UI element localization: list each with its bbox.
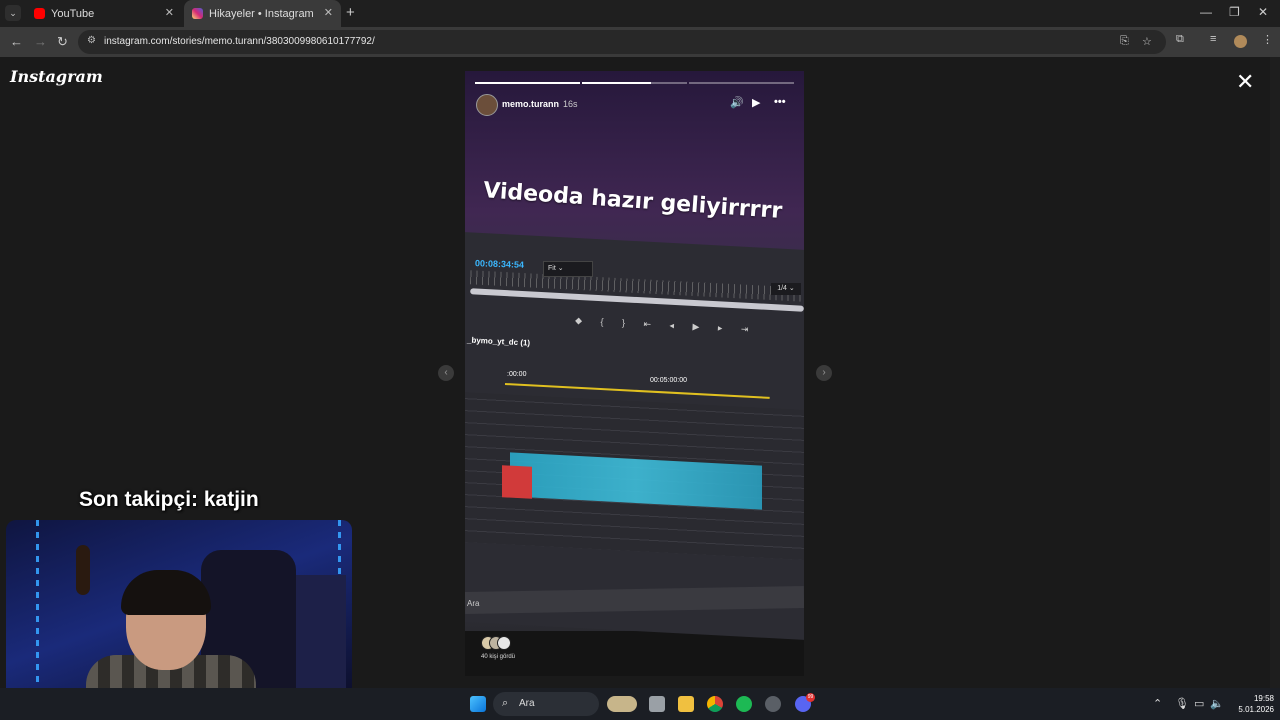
- youtube-icon: [34, 8, 45, 19]
- viewer-avatars[interactable]: [481, 636, 515, 650]
- clock-date: 5.01.2026: [1238, 705, 1274, 714]
- tab-search-icon[interactable]: ⌄: [5, 5, 21, 21]
- address-bar[interactable]: ⚙ instagram.com/stories/memo.turann/3803…: [78, 30, 1166, 54]
- search-icon: ⌕: [502, 697, 509, 709]
- site-info-icon[interactable]: ⚙: [87, 35, 96, 46]
- story-viewer[interactable]: 00:08:34:54 Fit ⌄ 1/4 ⌄ ◆ { } ⇤ ◂ ▶ ▸ ⇥ …: [465, 71, 804, 676]
- story-username[interactable]: memo.turann: [502, 99, 559, 109]
- led-strip: [36, 520, 39, 715]
- photo-taskbar-search: Ara: [467, 599, 480, 608]
- forward-icon[interactable]: →: [34, 34, 47, 49]
- clock-time: 19:58: [1253, 694, 1274, 703]
- instagram-logo[interactable]: Instagram: [10, 67, 103, 86]
- volume-icon[interactable]: 🔊: [730, 96, 744, 109]
- more-options-icon[interactable]: •••: [774, 96, 786, 108]
- chevron-up-icon[interactable]: ⌃: [1153, 697, 1162, 710]
- story-progress-segment: [582, 82, 687, 84]
- taskbar-search-placeholder: Ara: [519, 698, 535, 709]
- file-explorer-icon[interactable]: [678, 696, 694, 712]
- speaker-icon[interactable]: 🔈: [1210, 697, 1224, 710]
- monitor-timecode: 00:08:34:54: [474, 258, 525, 270]
- close-window-icon[interactable]: ✕: [1258, 5, 1268, 19]
- microphone-icon[interactable]: 🎙: [1175, 697, 1189, 710]
- fit-label: Fit: [548, 265, 556, 272]
- menu-icon[interactable]: ⋮: [1262, 33, 1273, 46]
- spotify-icon[interactable]: [736, 696, 752, 712]
- new-tab-button[interactable]: +: [346, 4, 355, 21]
- webcam-feed: [6, 520, 352, 715]
- story-progress-segment: [689, 82, 794, 84]
- story-progress-fill: [582, 82, 652, 84]
- restore-icon[interactable]: ❐: [1229, 5, 1240, 19]
- url-text[interactable]: instagram.com/stories/memo.turann/380300…: [104, 36, 375, 47]
- timeline-start: :00:00: [507, 371, 527, 378]
- obs-icon[interactable]: [765, 696, 781, 712]
- close-tab-icon[interactable]: ✕: [165, 6, 174, 19]
- play-icon[interactable]: ▶: [752, 96, 760, 109]
- close-tab-icon[interactable]: ✕: [324, 6, 333, 19]
- extensions-icon[interactable]: ⧉: [1176, 33, 1184, 46]
- scrollbar[interactable]: [1270, 57, 1280, 688]
- media-control-icon[interactable]: ≡: [1210, 33, 1216, 45]
- story-time-ago: 16s: [563, 99, 578, 109]
- close-story-icon[interactable]: ✕: [1236, 69, 1254, 95]
- tab-instagram[interactable]: Hikayeler • Instagram ✕: [184, 0, 341, 27]
- browser-tab-strip: ⌄ YouTube ✕ Hikayeler • Instagram ✕ + — …: [0, 0, 1280, 27]
- browser-toolbar: ← → ↻ ⚙ instagram.com/stories/memo.turan…: [0, 27, 1280, 57]
- story-user-avatar[interactable]: [476, 94, 498, 116]
- fit-dropdown: Fit ⌄: [543, 261, 593, 277]
- system-clock[interactable]: 19:58 5.01.2026: [1226, 693, 1274, 715]
- widgets-icon[interactable]: [607, 696, 637, 712]
- violin: [76, 545, 90, 595]
- viewers-count[interactable]: 40 kişi gördü: [481, 654, 515, 660]
- chrome-icon[interactable]: [707, 696, 723, 712]
- minimize-icon[interactable]: —: [1200, 5, 1212, 19]
- instagram-icon: [192, 8, 203, 19]
- last-follower-text: Son takipçi: katjin: [79, 488, 259, 511]
- windows-taskbar: ⌕ Ara 99 ⌃ 🎙 ▭ 🔈 19:58 5.01.2026: [0, 688, 1280, 720]
- notification-badge: 99: [806, 693, 815, 702]
- taskbar-search[interactable]: ⌕ Ara: [493, 692, 599, 716]
- story-progress-segment: [475, 82, 580, 84]
- tab-title: Hikayeler • Instagram: [209, 8, 314, 20]
- previous-story-icon[interactable]: ‹: [438, 365, 454, 381]
- red-clip: [502, 465, 532, 499]
- start-menu-icon[interactable]: [470, 696, 486, 712]
- task-view-icon[interactable]: [649, 696, 665, 712]
- install-app-icon[interactable]: ⎘: [1120, 35, 1129, 48]
- timeline-mark: 00:05:00:00: [650, 377, 687, 384]
- viewer-avatar: [497, 636, 511, 650]
- bookmark-star-icon[interactable]: ☆: [1142, 35, 1152, 48]
- profile-avatar[interactable]: [1234, 35, 1247, 48]
- display-icon[interactable]: ▭: [1194, 697, 1204, 710]
- person-hair: [121, 570, 211, 615]
- back-icon[interactable]: ←: [10, 34, 23, 49]
- tab-title: YouTube: [51, 8, 95, 20]
- zoom-dropdown: 1/4 ⌄: [771, 283, 801, 295]
- next-story-icon[interactable]: ›: [816, 365, 832, 381]
- reload-icon[interactable]: ↻: [57, 34, 68, 50]
- zoom-label: 1/4: [777, 285, 787, 292]
- tab-youtube[interactable]: YouTube ✕: [26, 0, 182, 27]
